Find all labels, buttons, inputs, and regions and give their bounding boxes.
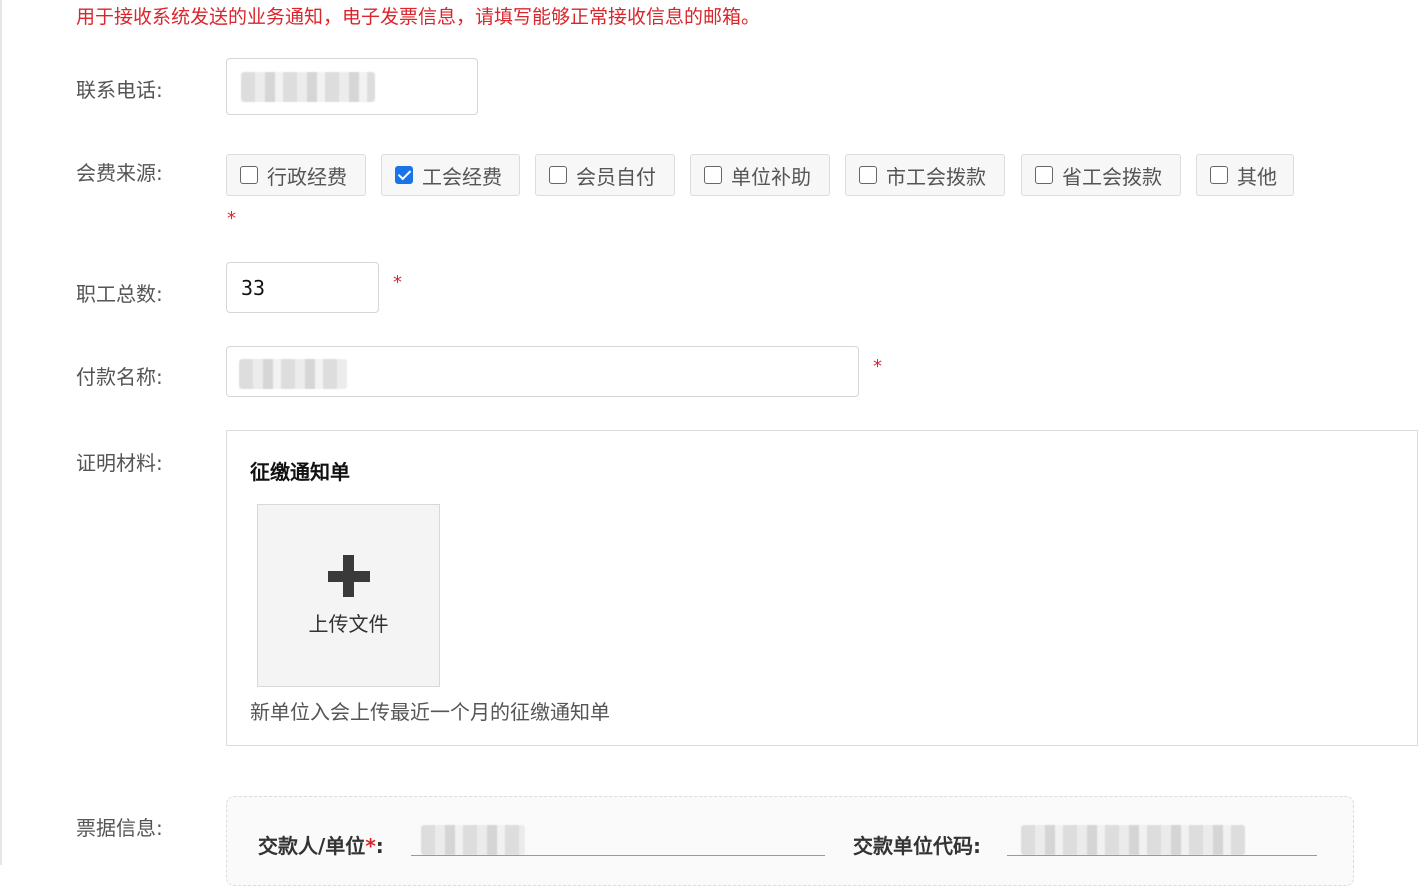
checkbox-union-checked[interactable]: [395, 166, 413, 184]
fee-source-option-admin[interactable]: 行政经费: [226, 154, 366, 196]
option-label: 单位补助: [731, 164, 811, 189]
checkbox-province[interactable]: [1035, 166, 1053, 184]
staff-count-input[interactable]: 33: [226, 262, 379, 313]
payer-unit-input[interactable]: [411, 855, 825, 856]
checkbox-admin[interactable]: [240, 166, 258, 184]
fee-source-required-mark: *: [227, 208, 236, 229]
option-label: 会员自付: [576, 164, 656, 189]
unit-code-label: 交款单位代码:: [853, 834, 981, 858]
proof-title: 征缴通知单: [250, 460, 350, 484]
bill-panel: 交款人/单位*: 交款单位代码:: [226, 796, 1354, 886]
payer-name-redacted-mask: [239, 359, 347, 389]
bill-label: 票据信息:: [76, 816, 163, 840]
unit-code-input[interactable]: [1007, 855, 1317, 856]
upload-file-button[interactable]: 上传文件: [257, 504, 440, 687]
page-left-border: [0, 0, 2, 865]
option-label: 市工会拨款: [886, 164, 986, 189]
fee-source-option-union[interactable]: 工会经费: [381, 154, 520, 196]
upload-file-label: 上传文件: [308, 612, 389, 636]
phone-redacted-mask: [241, 72, 375, 102]
fee-source-option-member[interactable]: 会员自付: [535, 154, 675, 196]
proof-hint: 新单位入会上传最近一个月的征缴通知单: [250, 700, 610, 724]
payer-unit-label: 交款人/单位*:: [258, 834, 384, 858]
payer-name-label: 付款名称:: [76, 365, 163, 389]
staff-count-value: 33: [241, 275, 266, 300]
payer-name-required-mark: *: [873, 356, 882, 377]
fee-source-option-city[interactable]: 市工会拨款: [845, 154, 1005, 196]
checkbox-subsidy[interactable]: [704, 166, 722, 184]
option-label: 行政经费: [267, 164, 347, 189]
option-label: 其他: [1237, 164, 1277, 189]
checkbox-other[interactable]: [1210, 166, 1228, 184]
option-label: 工会经费: [422, 164, 502, 189]
fee-source-label: 会费来源:: [76, 161, 163, 185]
phone-input[interactable]: [226, 58, 478, 115]
payer-unit-required-mark: *: [365, 834, 376, 858]
phone-label: 联系电话:: [76, 78, 163, 102]
option-label: 省工会拨款: [1062, 164, 1162, 189]
unit-code-redacted-mask: [1021, 825, 1245, 855]
fee-source-option-subsidy[interactable]: 单位补助: [690, 154, 830, 196]
checkbox-member[interactable]: [549, 166, 567, 184]
payer-unit-redacted-mask: [421, 825, 525, 855]
proof-label: 证明材料:: [76, 451, 163, 475]
staff-count-label: 职工总数:: [76, 282, 163, 306]
checkbox-city[interactable]: [859, 166, 877, 184]
fee-source-option-other[interactable]: 其他: [1196, 154, 1294, 196]
fee-source-option-province[interactable]: 省工会拨款: [1021, 154, 1181, 196]
staff-count-required-mark: *: [393, 272, 402, 293]
email-notice: 用于接收系统发送的业务通知，电子发票信息，请填写能够正常接收信息的邮箱。: [76, 6, 761, 28]
payer-name-input[interactable]: [226, 346, 859, 397]
proof-panel: 征缴通知单 上传文件 新单位入会上传最近一个月的征缴通知单: [226, 430, 1418, 746]
